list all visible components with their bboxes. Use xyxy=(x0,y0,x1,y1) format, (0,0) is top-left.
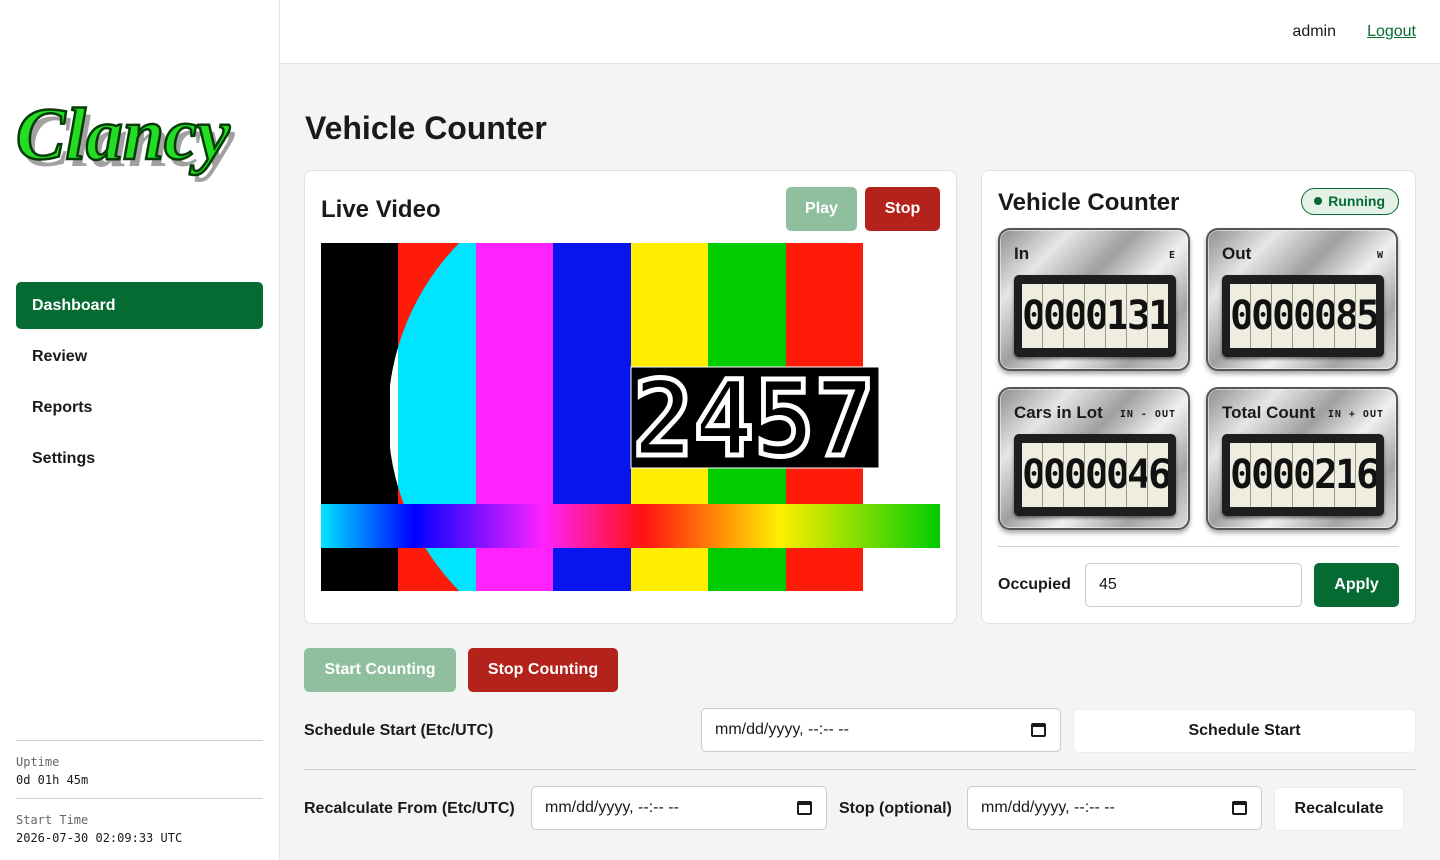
odometer-display: 0000216 xyxy=(1222,434,1384,516)
recalculate-button[interactable]: Recalculate xyxy=(1274,787,1404,831)
uptime-value: 0d 01h 45m xyxy=(16,773,89,787)
odometer-digit: 1 xyxy=(1335,443,1356,507)
odometer-digit: 0 xyxy=(1064,284,1085,348)
recalculate-from-label: Recalculate From (Etc/UTC) xyxy=(304,800,515,817)
stop-video-button[interactable]: Stop xyxy=(865,187,940,231)
start-counting-button[interactable]: Start Counting xyxy=(304,648,456,692)
odometer-digit: 0 xyxy=(1022,284,1043,348)
tile-label: Cars in Lot xyxy=(1014,403,1103,422)
uptime-label: Uptime xyxy=(16,755,60,769)
sidebar: Clancy Clancy Dashboard Review Reports S… xyxy=(0,0,280,860)
calendar-icon[interactable] xyxy=(797,801,812,815)
odometer-digit: 3 xyxy=(1127,284,1148,348)
schedule-start-placeholder: mm/dd/yyyy, --:-- -- xyxy=(715,721,849,738)
counter-tile-total-count: Total Count IN + OUT 0000216 xyxy=(1206,387,1398,530)
nav-item-settings[interactable]: Settings xyxy=(16,435,263,482)
logo-text: Clancy xyxy=(16,94,231,176)
apply-button[interactable]: Apply xyxy=(1314,563,1399,607)
odometer-digit: 0 xyxy=(1230,443,1251,507)
odometer-digit: 0 xyxy=(1085,284,1106,348)
clancy-logo[interactable]: Clancy Clancy xyxy=(14,88,266,188)
current-user: admin xyxy=(1292,23,1336,40)
calendar-icon[interactable] xyxy=(1031,723,1046,737)
vehicle-counter-title: Vehicle Counter xyxy=(998,189,1180,216)
live-video-card: Live Video Play Stop 2457 xyxy=(304,170,957,624)
stop-counting-button[interactable]: Stop Counting xyxy=(468,648,618,692)
nav-item-reports[interactable]: Reports xyxy=(16,384,263,431)
tile-label: Total Count xyxy=(1222,403,1316,422)
calendar-icon[interactable] xyxy=(1232,801,1247,815)
odometer-digit: 0 xyxy=(1251,284,1272,348)
vehicle-counter-card: Vehicle Counter Running In E 0000131 Out… xyxy=(981,170,1416,624)
start-time-label: Start Time xyxy=(16,813,89,827)
odometer-display: 0000131 xyxy=(1014,275,1176,357)
logo-graphic: Clancy Clancy xyxy=(15,93,236,183)
odometer-digit: 0 xyxy=(1064,443,1085,507)
odometer-display: 0000046 xyxy=(1014,434,1176,516)
nav-item-review[interactable]: Review xyxy=(16,333,263,380)
occupied-label: Occupied xyxy=(998,576,1071,593)
stop-optional-label: Stop (optional) xyxy=(839,800,952,817)
stop-optional-placeholder: mm/dd/yyyy, --:-- -- xyxy=(981,799,1115,816)
schedule-start-label: Schedule Start (Etc/UTC) xyxy=(304,722,494,739)
odometer-digit: 4 xyxy=(1127,443,1148,507)
tile-direction: E xyxy=(1168,250,1176,261)
status-text: Running xyxy=(1328,193,1385,209)
odometer-display: 0000085 xyxy=(1222,275,1384,357)
odometer-digit: 6 xyxy=(1148,443,1168,507)
occupied-input[interactable] xyxy=(1085,563,1302,607)
page-title: Vehicle Counter xyxy=(305,110,547,146)
odometer-digit: 0 xyxy=(1293,443,1314,507)
odometer-digit: 0 xyxy=(1293,284,1314,348)
odometer-digit: 0 xyxy=(1043,443,1064,507)
odometer-digit: 0 xyxy=(1251,443,1272,507)
tile-label: In xyxy=(1014,244,1030,263)
schedule-start-button[interactable]: Schedule Start xyxy=(1073,709,1416,753)
counter-tile-cars-in-lot: Cars in Lot IN - OUT 0000046 xyxy=(998,387,1190,530)
start-time-value: 2026-07-30 02:09:33 UTC xyxy=(16,831,183,845)
tile-formula: IN + OUT xyxy=(1327,409,1384,420)
sidebar-nav: Dashboard Review Reports Settings xyxy=(16,282,263,486)
odometer-digit: 0 xyxy=(1230,284,1251,348)
odometer-digit: 0 xyxy=(1085,443,1106,507)
odometer-digit: 0 xyxy=(1043,284,1064,348)
tile-label: Out xyxy=(1222,244,1252,263)
stop-optional-input[interactable]: mm/dd/yyyy, --:-- -- xyxy=(967,786,1262,830)
recalculate-from-input[interactable]: mm/dd/yyyy, --:-- -- xyxy=(531,786,827,830)
counter-tile-out: Out W 0000085 xyxy=(1206,228,1398,371)
odometer-digit: 0 xyxy=(1272,284,1293,348)
odometer-digit: 6 xyxy=(1356,443,1376,507)
odometer-digit: 1 xyxy=(1106,284,1127,348)
tile-direction: W xyxy=(1376,250,1384,261)
odometer-digit: 0 xyxy=(1272,443,1293,507)
logout-link[interactable]: Logout xyxy=(1367,23,1416,41)
live-video-title: Live Video xyxy=(321,196,441,223)
odometer-digit: 8 xyxy=(1335,284,1356,348)
play-button[interactable]: Play xyxy=(786,187,857,231)
counter-tile-in: In E 0000131 xyxy=(998,228,1190,371)
schedule-start-input[interactable]: mm/dd/yyyy, --:-- -- xyxy=(701,708,1061,752)
counter-divider xyxy=(998,546,1399,547)
nav-item-dashboard[interactable]: Dashboard xyxy=(16,282,263,329)
odometer-digit: 5 xyxy=(1356,284,1376,348)
test-pattern: 2457 xyxy=(321,243,940,591)
odometer-digit: 0 xyxy=(1022,443,1043,507)
controls-divider xyxy=(304,769,1416,770)
video-timestamp-overlay: 2457 xyxy=(633,358,875,480)
status-badge: Running xyxy=(1301,188,1399,215)
top-bar: admin Logout xyxy=(280,0,1440,64)
odometer-digit: 2 xyxy=(1314,443,1335,507)
odometer-digit: 0 xyxy=(1106,443,1127,507)
uptime-block: Uptime 0d 01h 45m xyxy=(16,740,263,789)
odometer-digit: 0 xyxy=(1314,284,1335,348)
tile-formula: IN - OUT xyxy=(1119,409,1176,420)
status-dot-icon xyxy=(1314,197,1323,205)
start-time-block: Start Time 2026-07-30 02:09:33 UTC xyxy=(16,798,263,847)
recalculate-from-placeholder: mm/dd/yyyy, --:-- -- xyxy=(545,799,679,816)
video-feed[interactable]: 2457 xyxy=(321,243,940,591)
odometer-digit: 1 xyxy=(1148,284,1168,348)
